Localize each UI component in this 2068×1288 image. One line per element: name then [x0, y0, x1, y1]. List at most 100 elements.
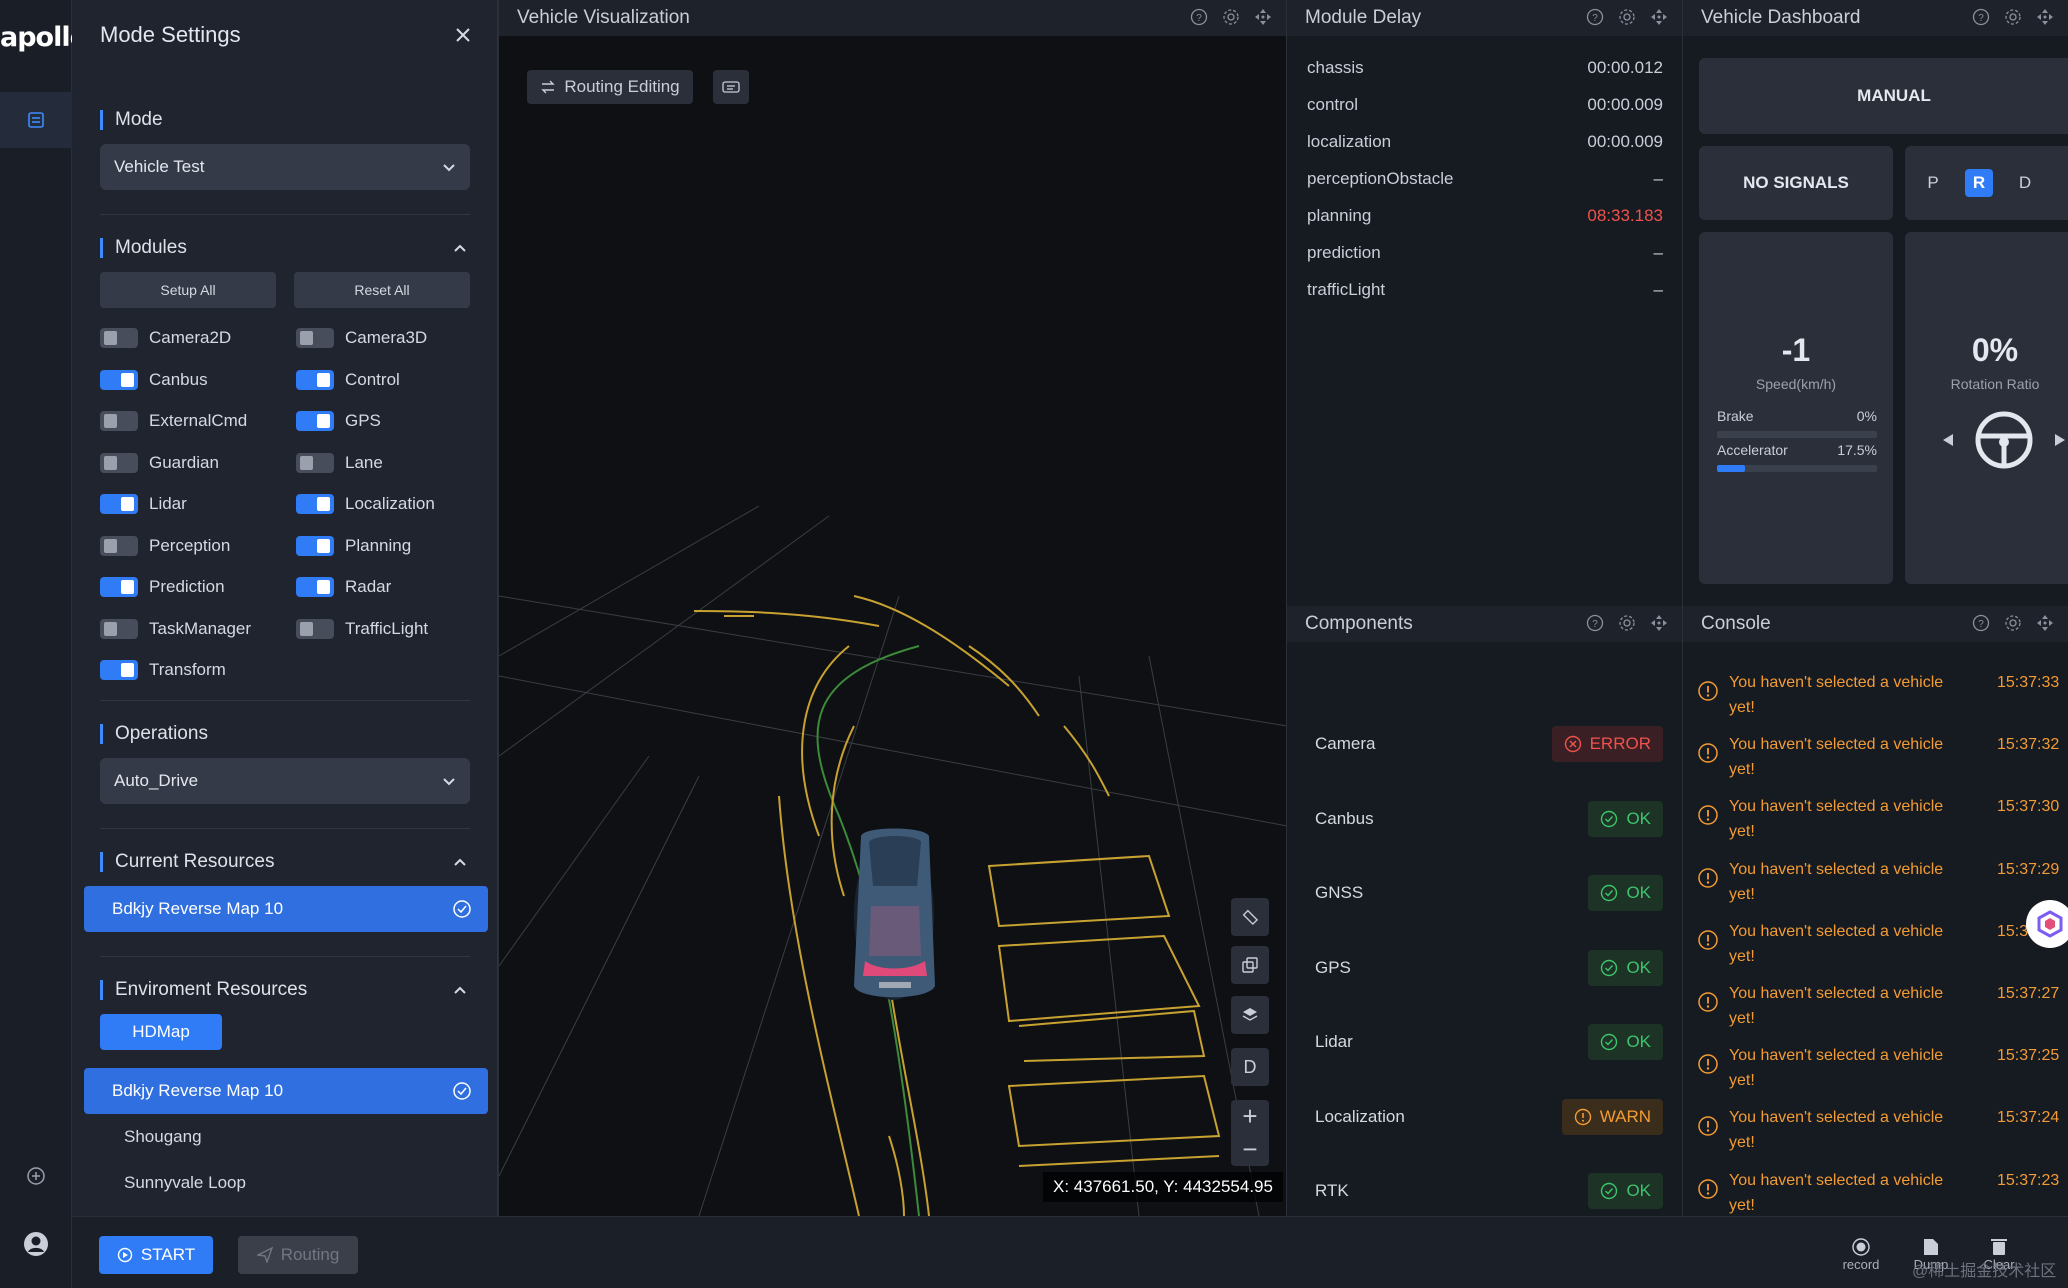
current-resource-item[interactable]: Bdkjy Reverse Map 10	[84, 886, 488, 932]
components-header: Components ?	[1287, 606, 1682, 642]
console-log-time: 15:37:27	[1997, 985, 2060, 1002]
vehicle-dashboard-panel: Vehicle Dashboard ? MANUAL NO SIGNALS P …	[1682, 0, 2068, 606]
console-log-message: You haven't selected a vehicle yet!	[1729, 922, 1944, 965]
help-button[interactable]: ?	[1188, 6, 1210, 28]
toggle-knob	[104, 331, 117, 345]
settings-button[interactable]	[2002, 6, 2024, 28]
module-label: TrafficLight	[345, 618, 429, 638]
delay-row: trafficLight –	[1307, 280, 1663, 300]
help-button[interactable]: ?	[1970, 6, 1992, 28]
module-taskmanager: TaskManager	[100, 618, 251, 639]
gear-icon	[1223, 9, 1239, 25]
settings-button[interactable]	[2002, 612, 2024, 634]
gear-d[interactable]: D	[2011, 169, 2039, 197]
mode-select[interactable]: Vehicle Test	[100, 144, 470, 190]
settings-button[interactable]	[1616, 6, 1638, 28]
module-toggle[interactable]	[100, 369, 138, 390]
module-toggle[interactable]	[296, 369, 334, 390]
module-toggle[interactable]	[296, 577, 334, 597]
map-scene[interactable]	[499, 36, 1287, 1216]
module-toggle[interactable]	[296, 618, 334, 639]
module-toggle[interactable]	[296, 494, 334, 514]
settings-nav-button[interactable]	[0, 92, 72, 148]
operations-select[interactable]: Auto_Drive	[100, 758, 470, 804]
help-icon: ?	[1586, 8, 1604, 26]
delay-row: control 00:00.009	[1307, 95, 1663, 115]
layers-button[interactable]	[1231, 996, 1269, 1034]
settings-button[interactable]	[1616, 612, 1638, 634]
module-toggle[interactable]	[296, 328, 334, 348]
current-resource-label: Bdkjy Reverse Map 10	[112, 899, 284, 918]
start-button[interactable]: START	[99, 1236, 213, 1274]
module-toggle[interactable]	[100, 577, 138, 597]
move-button[interactable]	[2034, 612, 2056, 634]
floating-assistant-button[interactable]	[2026, 900, 2068, 948]
module-toggle[interactable]	[100, 618, 138, 639]
module-toggle[interactable]	[296, 452, 334, 473]
modules-collapse-button[interactable]	[448, 236, 472, 260]
help-button[interactable]: ?	[1584, 612, 1606, 634]
module-toggle[interactable]	[100, 535, 138, 556]
plus-circle-icon	[27, 1167, 45, 1185]
console-log-message: You haven't selected a vehicle yet!	[1729, 1047, 1944, 1090]
module-toggle[interactable]	[100, 411, 138, 431]
routing-editing-button[interactable]: Routing Editing	[527, 70, 693, 104]
gear-r[interactable]: R	[1965, 169, 1993, 197]
list-icon	[28, 112, 44, 128]
settings-button[interactable]	[1220, 6, 1242, 28]
copy-view-button[interactable]	[1231, 946, 1269, 984]
move-button[interactable]	[1648, 6, 1670, 28]
add-button[interactable]	[18, 1158, 54, 1194]
zoom-in-button[interactable]: +	[1231, 1100, 1269, 1133]
environment-resources-collapse-button[interactable]	[448, 978, 472, 1002]
help-button[interactable]: ?	[1970, 612, 1992, 634]
component-name: Lidar	[1315, 1032, 1353, 1051]
view-mode-button[interactable]: D	[1231, 1048, 1269, 1086]
rotation-value: 0%	[1971, 332, 2019, 368]
viz-title: Vehicle Visualization	[517, 7, 690, 28]
move-button[interactable]	[1252, 6, 1274, 28]
module-toggle[interactable]	[296, 411, 334, 431]
module-toggle[interactable]	[100, 452, 138, 473]
zoom-out-button[interactable]: −	[1231, 1133, 1269, 1166]
delay-value: 00:00.009	[1587, 132, 1663, 151]
gear-icon	[2005, 9, 2021, 25]
check-circle-icon	[453, 900, 471, 918]
console-log-entry: You haven't selected a vehicle yet! 15:37…	[1697, 670, 2065, 726]
divider	[100, 700, 470, 701]
move-button[interactable]	[2034, 6, 2056, 28]
module-control: Control	[296, 369, 400, 390]
coordinate-readout: X: 437661.50, Y: 4432554.95	[1043, 1172, 1283, 1202]
tab-hdmap[interactable]: HDMap	[100, 1014, 222, 1050]
environment-resource-item[interactable]: Sunnyvale Loop	[124, 1173, 246, 1193]
setup-all-button[interactable]: Setup All	[100, 272, 276, 308]
driving-mode-button[interactable]: MANUAL	[1699, 58, 2068, 134]
brake-meter: Brake 0%	[1717, 408, 1877, 438]
module-toggle[interactable]	[100, 660, 138, 680]
routing-button[interactable]: Routing	[238, 1236, 358, 1274]
close-settings-button[interactable]	[448, 20, 478, 50]
move-button[interactable]	[1648, 612, 1670, 634]
route-options-button[interactable]	[713, 70, 749, 104]
gear-p[interactable]: P	[1919, 169, 1947, 197]
svg-text:?: ?	[1592, 13, 1598, 24]
component-status-badge: OK	[1588, 949, 1663, 986]
environment-resource-item-selected[interactable]: Bdkjy Reverse Map 10	[84, 1068, 488, 1114]
reset-all-button[interactable]: Reset All	[294, 272, 470, 308]
environment-resource-item[interactable]: Shougang	[124, 1127, 202, 1147]
module-toggle[interactable]	[296, 535, 334, 556]
user-avatar[interactable]	[18, 1226, 54, 1262]
module-toggle[interactable]	[100, 328, 138, 348]
move-icon	[2037, 615, 2053, 631]
ruler-icon	[1242, 909, 1259, 926]
accelerator-meter: Accelerator 17.5%	[1717, 442, 1877, 472]
component-name: RTK	[1315, 1181, 1349, 1200]
delay-value: 00:00.009	[1587, 95, 1663, 114]
record-button[interactable]: record	[1834, 1229, 1888, 1279]
dashboard-header: Vehicle Dashboard ?	[1683, 0, 2068, 36]
module-label: Perception	[149, 535, 231, 555]
current-resources-collapse-button[interactable]	[448, 850, 472, 874]
help-button[interactable]: ?	[1584, 6, 1606, 28]
module-toggle[interactable]	[100, 494, 138, 514]
ruler-tool-button[interactable]	[1231, 898, 1269, 936]
